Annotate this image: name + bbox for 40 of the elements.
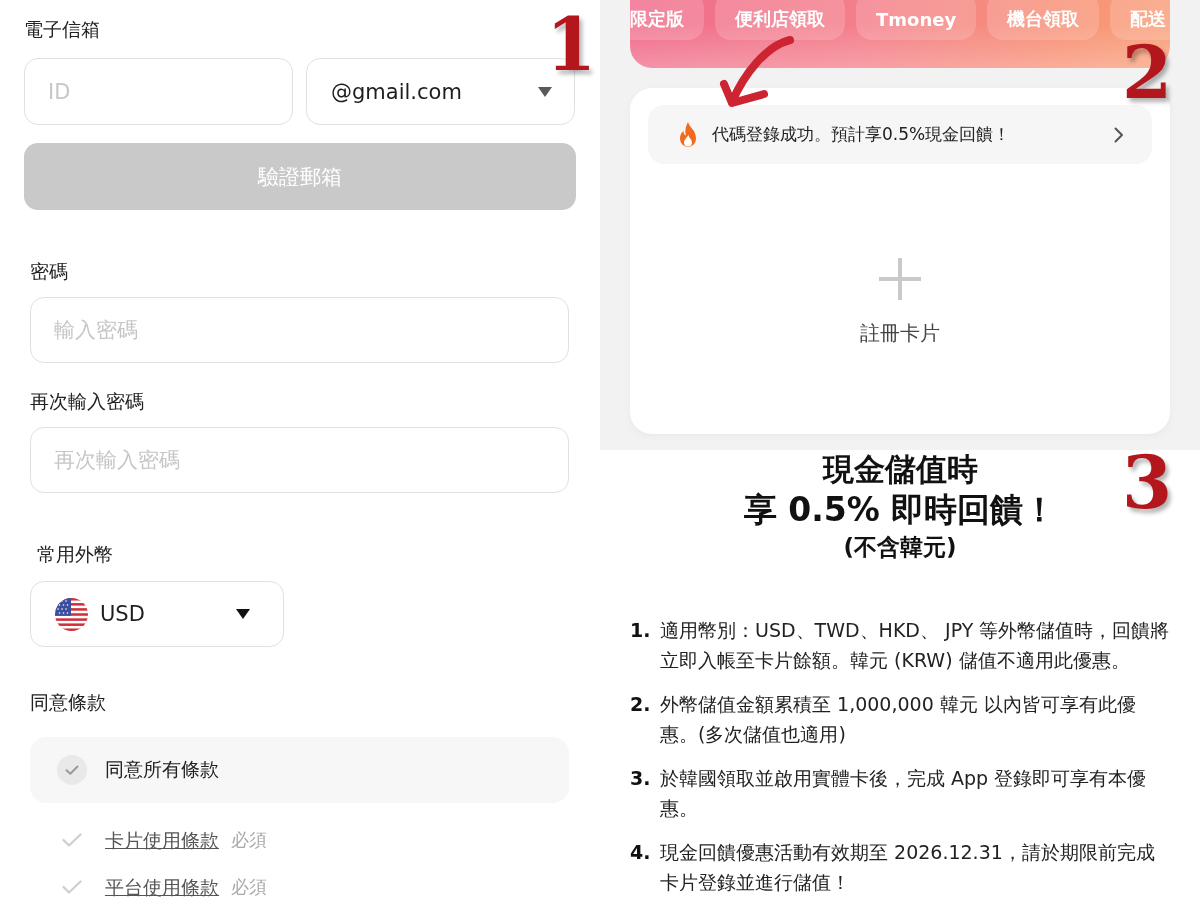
notice-bar[interactable]: 代碼登錄成功。預計享0.5%現金回饋！: [648, 105, 1152, 164]
rule-text: 現金回饋優惠活動有效期至 2026.12.31，請於期限前完成卡片登錄並進行儲值！: [660, 840, 1156, 895]
caret-icon: [236, 609, 250, 619]
term-checkbox[interactable]: [62, 833, 82, 847]
promo-title: 享 0.5% 即時回饋！: [743, 489, 1057, 531]
currency-select[interactable]: USD: [30, 581, 284, 647]
rule-text: 適用幣別：USD、TWD、HKD、 JPY 等外幣儲值時，回饋將立即入帳至卡片餘額。韓元 (KRW) 儲值不適用此優惠。: [660, 618, 1170, 673]
agree-all-label: 同意所有條款: [105, 757, 219, 782]
rule-text: 外幣儲值金額累積至 1,000,000 韓元 以內皆可享有此優惠。(多次儲值也適用): [660, 692, 1137, 747]
rule-number: 2.: [630, 692, 652, 717]
annotation-number: 3: [1121, 452, 1172, 514]
notice-text: 代碼登錄成功。預計享0.5%現金回饋！: [712, 123, 1012, 146]
rule-number: 1.: [630, 618, 652, 643]
promo-title: 現金儲值時: [822, 450, 978, 488]
field-label: 密碼: [30, 260, 68, 284]
terms-link[interactable]: 卡片使用條款: [105, 827, 219, 853]
agree-all-checkbox[interactable]: [57, 755, 87, 785]
rule-number: 3.: [630, 766, 652, 791]
field-label: 常用外幣: [37, 543, 113, 567]
id-input[interactable]: ID: [24, 58, 293, 125]
us-flag-icon: [55, 597, 88, 631]
chevron-right-icon: [1114, 126, 1124, 143]
agree-all-row[interactable]: 同意所有條款: [30, 737, 569, 803]
register-card-label[interactable]: 註冊卡片: [860, 319, 940, 347]
field-label: 電子信箱: [24, 18, 100, 42]
promo-subtitle: (不含韓元): [843, 533, 957, 562]
annotation-number: 2: [1121, 42, 1172, 104]
required-tag: 必須: [231, 828, 267, 852]
caret-icon: [538, 86, 552, 97]
password-input[interactable]: 輸入密碼: [30, 297, 569, 363]
fire-icon: [678, 121, 698, 148]
rule-text: 於韓國領取並啟用實體卡後，完成 App 登錄即可享有本優惠。: [660, 766, 1148, 821]
plus-icon[interactable]: [879, 258, 921, 300]
required-tag: 必須: [231, 875, 267, 899]
confirm-password-input[interactable]: 再次輸入密碼: [30, 427, 569, 493]
field-label: 同意條款: [30, 691, 106, 715]
rule-number: 4.: [630, 840, 652, 865]
terms-link[interactable]: 平台使用條款: [105, 874, 219, 900]
field-label: 再次輸入密碼: [30, 390, 144, 414]
term-checkbox[interactable]: [62, 880, 82, 894]
